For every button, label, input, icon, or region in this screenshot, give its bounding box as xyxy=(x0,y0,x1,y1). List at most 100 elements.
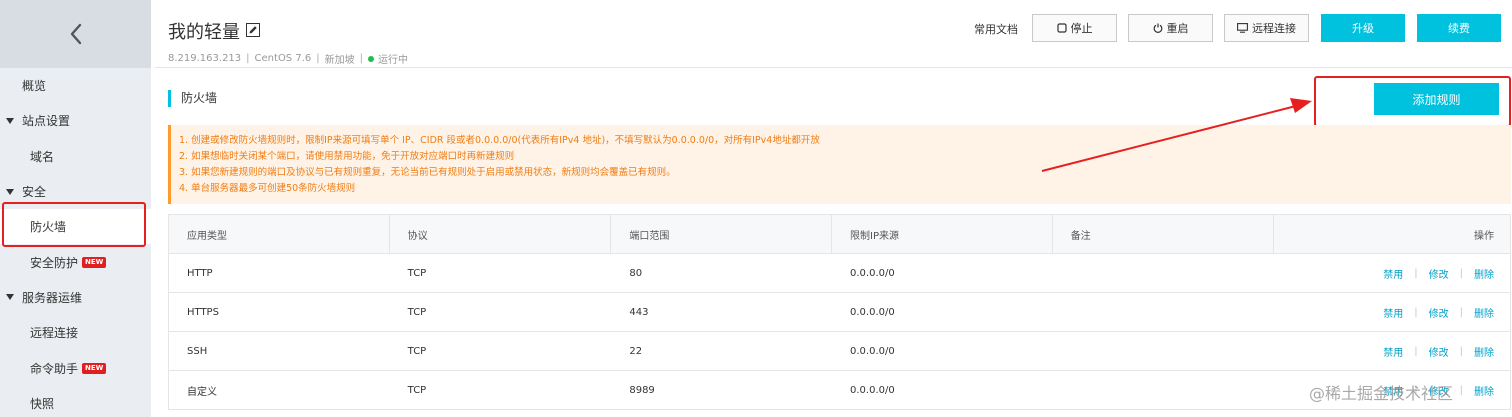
upgrade-button[interactable]: 升级 xyxy=(1321,14,1405,42)
disable-link[interactable]: 禁用 xyxy=(1383,305,1403,320)
upgrade-button-label: 升级 xyxy=(1352,22,1374,35)
instance-meta: 8.219.163.213 | CentOS 7.6 | 新加坡 | 运行中 xyxy=(168,51,408,66)
disable-link[interactable]: 禁用 xyxy=(1383,266,1403,281)
notice-line: 3. 如果您新建规则的端口及协议与已有规则重复，无论当前已有规则处于启用或禁用状… xyxy=(179,167,676,178)
chevron-left-icon xyxy=(70,23,81,45)
delete-link[interactable]: 删除 xyxy=(1474,305,1494,320)
new-badge: NEW xyxy=(82,362,107,374)
cell-protocol: TCP xyxy=(407,345,427,357)
restart-button[interactable]: 重启 xyxy=(1128,14,1213,42)
cell-type: SSH xyxy=(187,345,208,357)
edit-link[interactable]: 修改 xyxy=(1429,344,1449,359)
delete-link[interactable]: 删除 xyxy=(1474,383,1494,398)
table-row: SSH TCP 22 0.0.0.0/0 禁用 | 修改 | 删除 xyxy=(169,332,1510,371)
cell-source: 0.0.0.0/0 xyxy=(850,267,895,279)
sidebar-item-overview[interactable]: 概览 xyxy=(0,68,151,103)
sidebar-item-domain[interactable]: 域名 xyxy=(0,139,151,174)
sidebar-group-site-settings[interactable]: 站点设置 xyxy=(0,103,151,138)
table-row: HTTPS TCP 443 0.0.0.0/0 禁用 | 修改 | 删除 xyxy=(169,293,1510,332)
section-title: 防火墙 xyxy=(168,90,217,107)
cell-source: 0.0.0.0/0 xyxy=(850,384,895,396)
page-header: 我的轻量 8.219.163.213 | CentOS 7.6 | 新加坡 | … xyxy=(155,0,1512,68)
notice-line: 1. 创建或修改防火墙规则时，限制IP来源可填写单个 IP、CIDR 段或者0.… xyxy=(179,135,820,146)
cell-protocol: TCP xyxy=(407,267,427,279)
sidebar-item-label: 远程连接 xyxy=(30,326,79,341)
instance-status: 运行中 xyxy=(378,55,408,66)
app-window: 概览 站点设置 域名 安全 防火墙 安全防护 NEW 服务器运维 远程连接 命令… xyxy=(0,0,1512,417)
monitor-icon xyxy=(1237,23,1248,33)
remote-connect-button[interactable]: 远程连接 xyxy=(1224,14,1309,42)
notice-box: 1. 创建或修改防火墙规则时，限制IP来源可填写单个 IP、CIDR 段或者0.… xyxy=(168,125,1511,204)
cell-port: 80 xyxy=(629,267,643,279)
sidebar-item-label: 安全防护 xyxy=(30,255,79,270)
restart-button-label: 重启 xyxy=(1166,22,1189,35)
cell-port: 8989 xyxy=(629,384,655,396)
sidebar-item-command-assistant[interactable]: 命令助手 NEW xyxy=(0,350,151,385)
cell-protocol: TCP xyxy=(407,306,427,318)
edit-icon[interactable] xyxy=(246,21,260,42)
column-header: 端口范围 xyxy=(611,215,833,253)
action-separator: | xyxy=(1459,267,1463,279)
cell-actions: 禁用 | 修改 | 删除 xyxy=(1274,254,1510,292)
sidebar-group-server-ops[interactable]: 服务器运维 xyxy=(0,280,151,315)
sidebar-item-label: 快照 xyxy=(30,396,55,411)
renew-button-label: 续费 xyxy=(1448,22,1470,35)
cell-type: 自定义 xyxy=(187,386,217,398)
edit-link[interactable]: 修改 xyxy=(1429,266,1449,281)
cell-note xyxy=(1053,254,1275,292)
instance-os: CentOS 7.6 xyxy=(254,53,312,64)
action-separator: | xyxy=(1414,306,1418,318)
caret-down-icon xyxy=(6,188,14,195)
back-button[interactable] xyxy=(0,0,151,68)
column-header: 协议 xyxy=(390,215,612,253)
sidebar-group-security[interactable]: 安全 xyxy=(0,174,151,209)
action-separator: | xyxy=(1414,267,1418,279)
edit-link[interactable]: 修改 xyxy=(1429,305,1449,320)
remote-connect-button-label: 远程连接 xyxy=(1252,22,1296,35)
notice-line: 4. 单台服务器最多可创建50条防火墙规则 xyxy=(179,183,356,194)
cell-source: 0.0.0.0/0 xyxy=(850,306,895,318)
cell-note xyxy=(1053,293,1275,331)
action-separator: | xyxy=(1414,345,1418,357)
docs-link[interactable]: 常用文档 xyxy=(974,21,1018,37)
column-header: 应用类型 xyxy=(169,215,390,253)
firewall-panel: 防火墙 添加规则 1. 创建或修改防火墙规则时，限制IP来源可填写单个 IP、C… xyxy=(155,68,1512,417)
action-separator: | xyxy=(1459,345,1463,357)
sidebar-nav: 概览 站点设置 域名 安全 防火墙 安全防护 NEW 服务器运维 远程连接 命令… xyxy=(0,68,151,417)
stop-icon xyxy=(1056,23,1067,33)
cell-note xyxy=(1053,371,1275,409)
sidebar-item-label: 安全 xyxy=(22,185,47,200)
new-badge: NEW xyxy=(82,256,107,268)
cell-actions: 禁用 | 修改 | 删除 xyxy=(1274,332,1510,370)
sidebar-item-remote-connect[interactable]: 远程连接 xyxy=(0,315,151,350)
cell-type: HTTP xyxy=(187,267,213,279)
add-rule-button[interactable]: 添加规则 xyxy=(1374,83,1499,115)
cell-protocol: TCP xyxy=(407,384,427,396)
sidebar-item-snapshot[interactable]: 快照 xyxy=(0,386,151,417)
delete-link[interactable]: 删除 xyxy=(1474,344,1494,359)
caret-down-icon xyxy=(6,294,14,301)
column-header: 备注 xyxy=(1053,215,1275,253)
stop-button[interactable]: 停止 xyxy=(1032,14,1117,42)
sidebar-item-label: 域名 xyxy=(30,149,55,164)
stop-button-label: 停止 xyxy=(1070,22,1093,35)
sidebar-item-firewall[interactable]: 防火墙 xyxy=(0,209,151,245)
action-separator: | xyxy=(1459,306,1463,318)
instance-region: 新加坡 xyxy=(324,55,355,66)
sidebar-item-label: 防火墙 xyxy=(30,220,67,235)
page-title-text: 我的轻量 xyxy=(168,22,240,43)
action-separator: | xyxy=(1459,384,1463,396)
power-icon xyxy=(1153,23,1162,33)
caret-down-icon xyxy=(6,117,14,124)
meta-separator: | xyxy=(246,53,250,64)
cell-port: 22 xyxy=(629,345,643,357)
sidebar-item-label: 概览 xyxy=(22,79,47,94)
delete-link[interactable]: 删除 xyxy=(1474,266,1494,281)
sidebar: 概览 站点设置 域名 安全 防火墙 安全防护 NEW 服务器运维 远程连接 命令… xyxy=(0,0,155,417)
sidebar-item-security-protection[interactable]: 安全防护 NEW xyxy=(0,244,151,279)
renew-button[interactable]: 续费 xyxy=(1417,14,1501,42)
sidebar-item-label: 站点设置 xyxy=(22,114,71,129)
table-header-row: 应用类型 协议 端口范围 限制IP来源 备注 操作 xyxy=(169,215,1510,254)
disable-link[interactable]: 禁用 xyxy=(1383,344,1403,359)
column-header: 限制IP来源 xyxy=(832,215,1053,253)
